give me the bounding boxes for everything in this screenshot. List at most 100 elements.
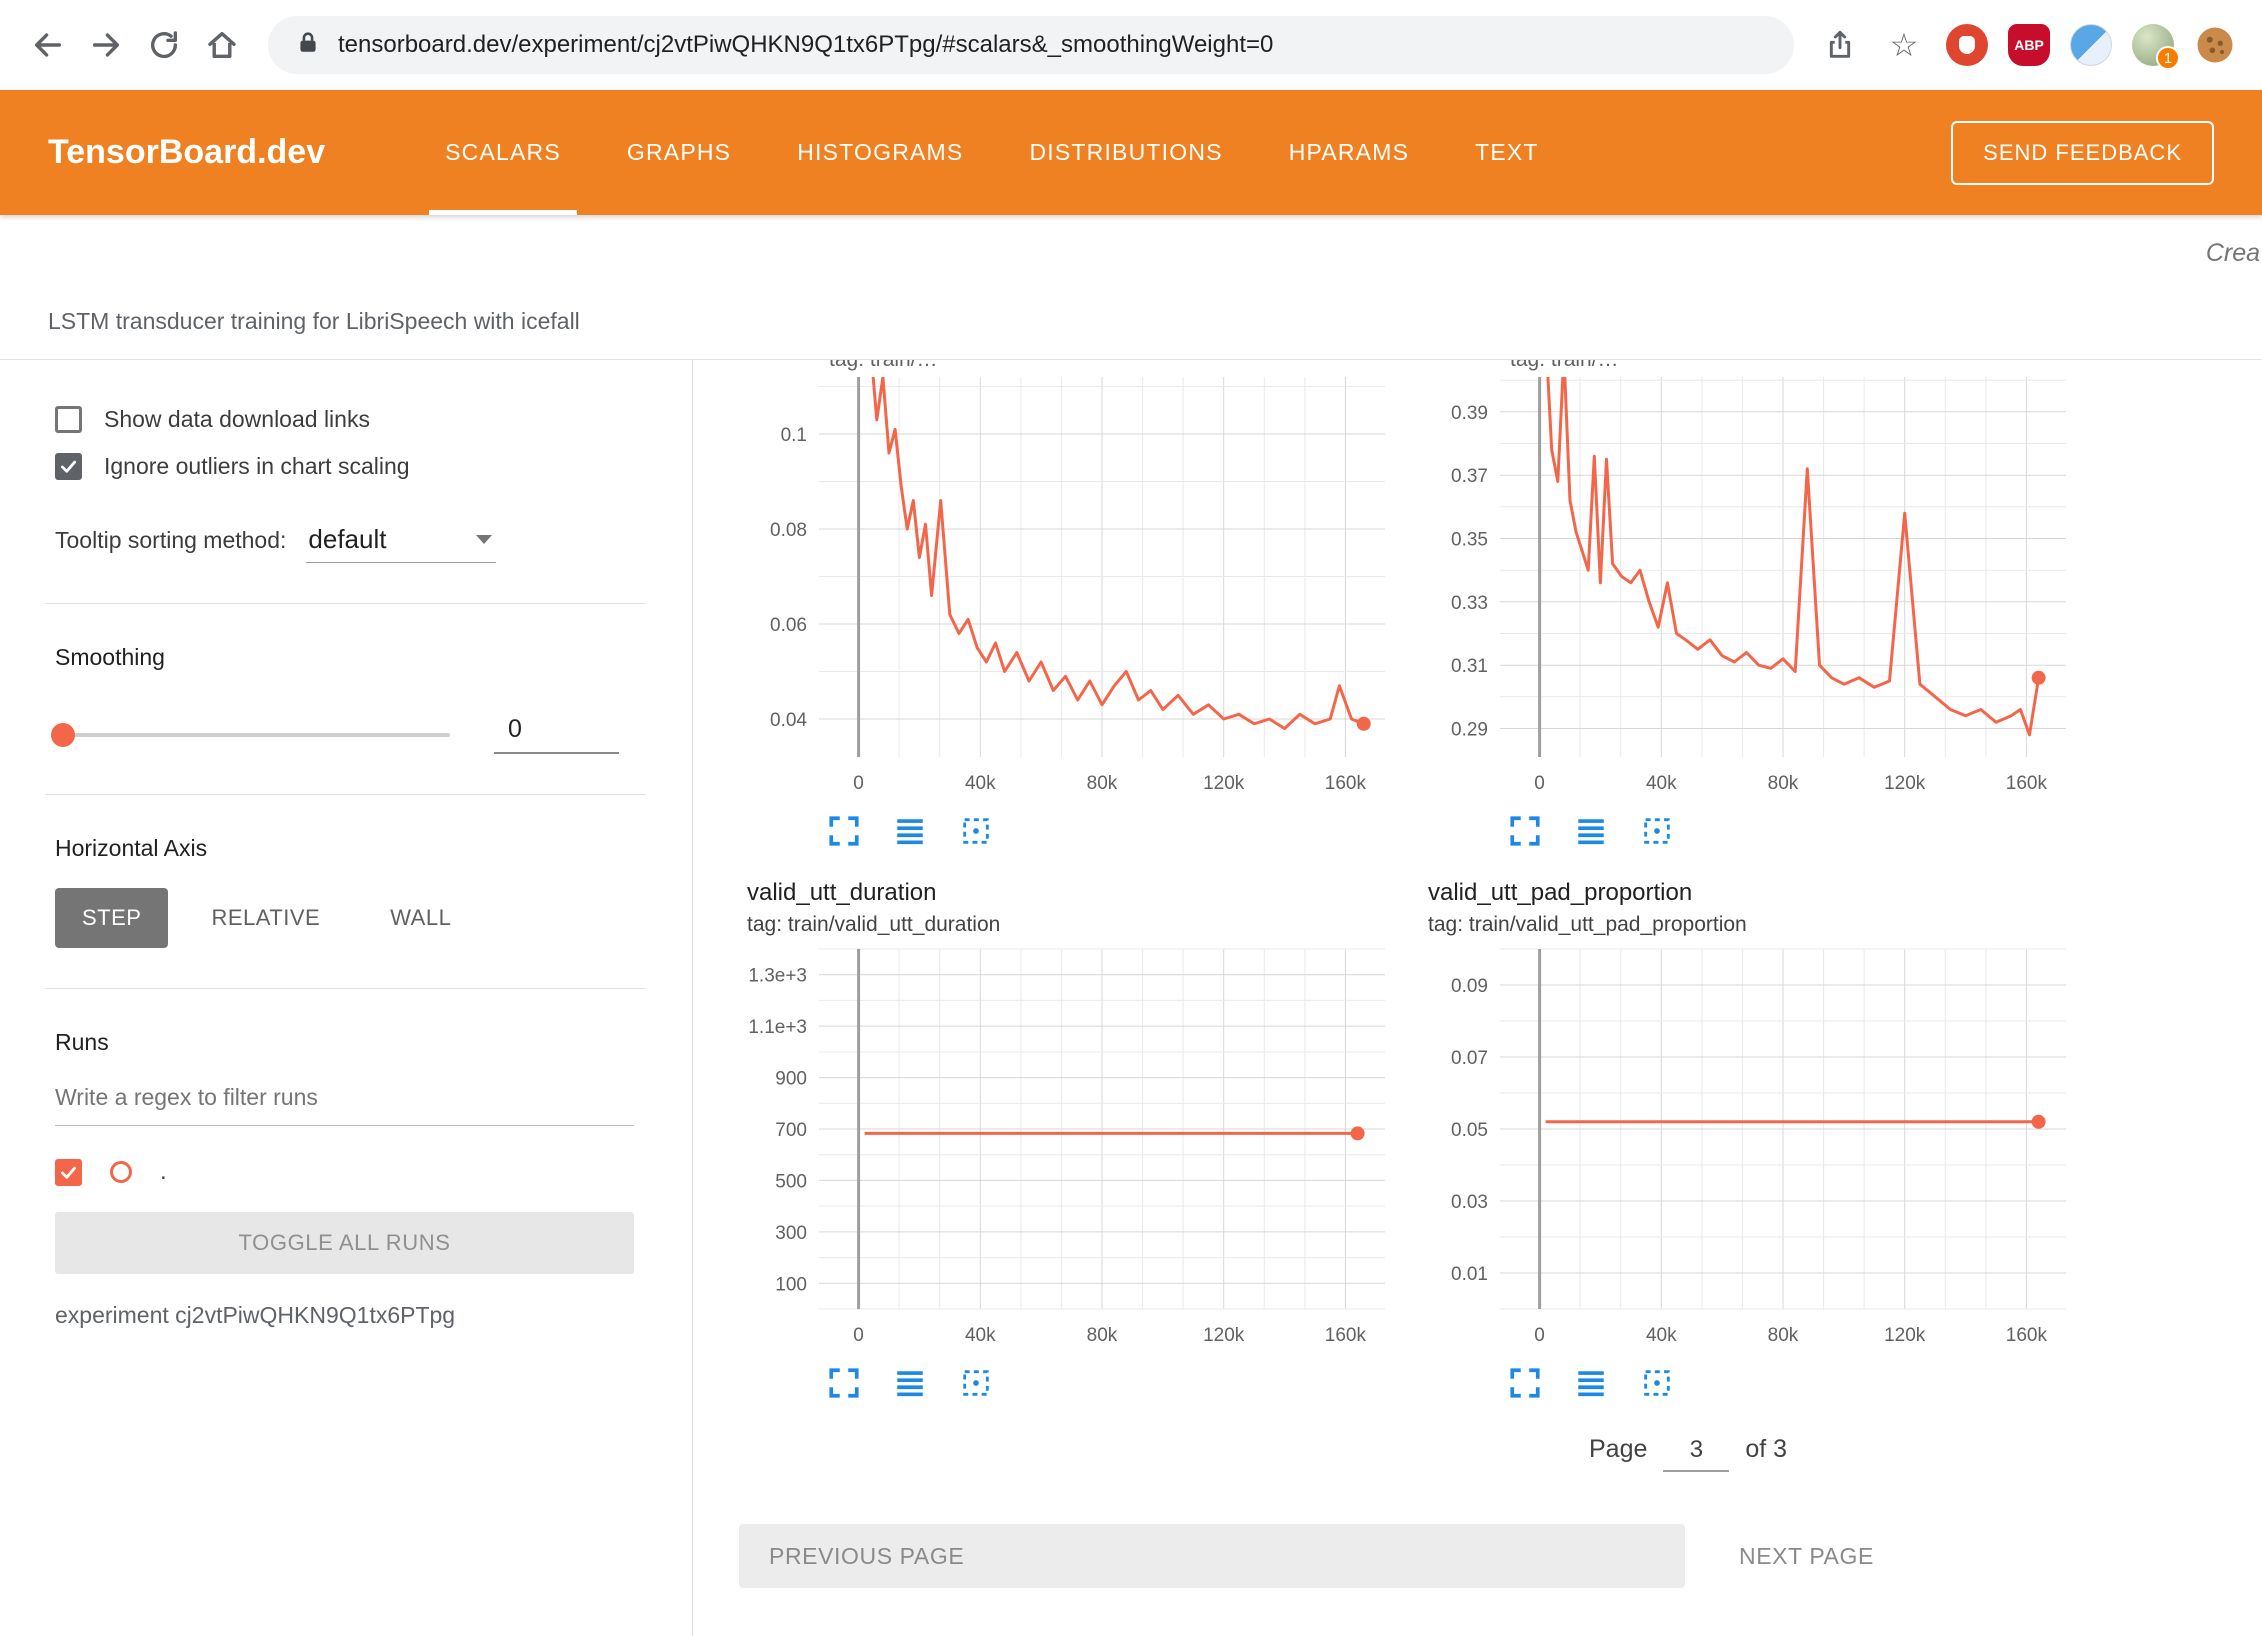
chart-subtitle: tag: train/valid_utt_duration xyxy=(747,913,1420,937)
toggle-all-runs-button[interactable]: TOGGLE ALL RUNS xyxy=(55,1212,634,1274)
fit-domain-icon[interactable] xyxy=(959,1366,993,1400)
toggle-y-axis-icon[interactable] xyxy=(893,1366,927,1400)
svg-text:0.01: 0.01 xyxy=(1451,1264,1488,1285)
next-page-button[interactable]: NEXT PAGE xyxy=(1719,1525,1894,1588)
toggle-y-axis-icon[interactable] xyxy=(893,814,927,848)
svg-text:900: 900 xyxy=(775,1069,807,1090)
svg-text:0.05: 0.05 xyxy=(1451,1120,1488,1141)
fit-domain-icon[interactable] xyxy=(1640,814,1674,848)
svg-text:0.06: 0.06 xyxy=(770,615,807,636)
url-text[interactable]: tensorboard.dev/experiment/cj2vtPiwQHKN9… xyxy=(338,31,1273,59)
svg-text:0: 0 xyxy=(1534,1325,1545,1346)
expand-chart-icon[interactable] xyxy=(827,814,861,848)
tooltip-sorting-select[interactable]: default xyxy=(306,524,496,563)
chart-canvas[interactable]: 0.040.060.080.1040k80k120k160k xyxy=(739,373,1399,801)
divider xyxy=(45,794,646,795)
svg-text:160k: 160k xyxy=(2006,773,2048,794)
experiment-subheader: Crea LSTM transducer training for LibriS… xyxy=(0,215,2262,360)
notification-badge: 1 xyxy=(2156,46,2180,70)
chart-canvas[interactable]: 0.010.030.050.070.09040k80k120k160k xyxy=(1420,945,2080,1353)
back-icon[interactable] xyxy=(26,23,70,67)
svg-text:0.29: 0.29 xyxy=(1451,720,1488,741)
abp-extension-icon[interactable]: ABP xyxy=(2008,24,2050,66)
tab-graphs[interactable]: GRAPHS xyxy=(625,90,733,215)
app-logo[interactable]: TensorBoard.dev xyxy=(48,133,325,172)
cookie-icon[interactable] xyxy=(2194,24,2236,66)
svg-text:1.1e+3: 1.1e+3 xyxy=(748,1017,807,1038)
blue-extension-icon[interactable] xyxy=(2070,24,2112,66)
smoothing-slider-thumb[interactable] xyxy=(51,723,75,747)
svg-text:0: 0 xyxy=(853,1325,864,1346)
svg-text:0: 0 xyxy=(853,773,864,794)
tensorboard-header: TensorBoard.dev SCALARS GRAPHS HISTOGRAM… xyxy=(0,90,2262,215)
svg-text:120k: 120k xyxy=(1203,1325,1245,1346)
smoothing-slider[interactable] xyxy=(55,733,450,737)
previous-page-button[interactable]: PREVIOUS PAGE xyxy=(739,1524,1685,1588)
send-feedback-button[interactable]: SEND FEEDBACK xyxy=(1951,121,2214,185)
toggle-y-axis-icon[interactable] xyxy=(1574,1366,1608,1400)
run-color-swatch[interactable] xyxy=(110,1161,132,1183)
page-of-label: of 3 xyxy=(1745,1435,1787,1464)
page-label: Page xyxy=(1589,1435,1647,1464)
svg-text:1.3e+3: 1.3e+3 xyxy=(748,966,807,987)
chart-cell-top-left: tag: train/… 0.040.060.080.1040k80k120k1… xyxy=(739,360,1420,853)
expand-chart-icon[interactable] xyxy=(827,1366,861,1400)
svg-text:0: 0 xyxy=(1534,773,1545,794)
axis-wall-button[interactable]: WALL xyxy=(363,888,478,948)
svg-text:40k: 40k xyxy=(1646,1325,1677,1346)
axis-step-button[interactable]: STEP xyxy=(55,888,168,948)
tab-text[interactable]: TEXT xyxy=(1473,90,1541,215)
chart-title: valid_utt_duration xyxy=(747,879,1420,907)
tab-scalars[interactable]: SCALARS xyxy=(443,90,563,215)
toggle-y-axis-icon[interactable] xyxy=(1574,814,1608,848)
home-icon[interactable] xyxy=(200,23,244,67)
svg-text:80k: 80k xyxy=(1768,1325,1799,1346)
run-name: . xyxy=(160,1158,167,1186)
tab-histograms[interactable]: HISTOGRAMS xyxy=(795,90,965,215)
adblock-extension-icon[interactable] xyxy=(1946,24,1988,66)
svg-text:0.33: 0.33 xyxy=(1451,593,1488,614)
horizontal-axis-label: Horizontal Axis xyxy=(55,835,634,862)
axis-relative-button[interactable]: RELATIVE xyxy=(184,888,347,948)
run-row: . xyxy=(55,1158,634,1186)
svg-text:300: 300 xyxy=(775,1223,807,1244)
smoothing-value-input[interactable] xyxy=(494,715,619,754)
reload-icon[interactable] xyxy=(142,23,186,67)
tab-hparams[interactable]: HPARAMS xyxy=(1287,90,1411,215)
fit-domain-icon[interactable] xyxy=(1640,1366,1674,1400)
svg-text:0.03: 0.03 xyxy=(1451,1192,1488,1213)
svg-text:120k: 120k xyxy=(1203,773,1245,794)
show-download-links-checkbox[interactable] xyxy=(55,406,82,433)
forward-icon[interactable] xyxy=(84,23,128,67)
main-nav: SCALARS GRAPHS HISTOGRAMS DISTRIBUTIONS … xyxy=(443,90,1541,215)
svg-text:0.31: 0.31 xyxy=(1451,656,1488,677)
chart-subtitle: tag: train/valid_utt_pad_proportion xyxy=(1428,913,2101,937)
chart-cell-valid-utt-pad-proportion: valid_utt_pad_proportion tag: train/vali… xyxy=(1420,853,2101,1405)
chart-canvas[interactable]: 1003005007009001.1e+31.3e+3040k80k120k16… xyxy=(739,945,1399,1353)
run-checkbox[interactable] xyxy=(55,1159,82,1186)
address-bar[interactable]: tensorboard.dev/experiment/cj2vtPiwQHKN9… xyxy=(268,16,1794,74)
tab-distributions[interactable]: DISTRIBUTIONS xyxy=(1027,90,1224,215)
profile-avatar[interactable]: 1 xyxy=(2132,24,2174,66)
divider xyxy=(45,603,646,604)
ignore-outliers-checkbox[interactable] xyxy=(55,453,82,480)
chart-cell-top-right: tag: train/… 0.290.310.330.350.370.39040… xyxy=(1420,360,2101,853)
svg-text:0.04: 0.04 xyxy=(770,710,807,731)
share-icon[interactable] xyxy=(1818,23,1862,67)
svg-text:0.37: 0.37 xyxy=(1451,466,1488,487)
svg-text:160k: 160k xyxy=(1325,773,1367,794)
expand-chart-icon[interactable] xyxy=(1508,814,1542,848)
runs-regex-input[interactable] xyxy=(55,1056,634,1126)
page-number-input[interactable] xyxy=(1663,1435,1729,1472)
bookmark-star-icon[interactable]: ☆ xyxy=(1882,23,1926,67)
svg-text:80k: 80k xyxy=(1768,773,1799,794)
fit-domain-icon[interactable] xyxy=(959,814,993,848)
chart-canvas[interactable]: 0.290.310.330.350.370.39040k80k120k160k xyxy=(1420,373,2080,801)
svg-text:80k: 80k xyxy=(1087,1325,1118,1346)
experiment-id-text: experiment cj2vtPiwQHKN9Q1tx6PTpg xyxy=(55,1302,634,1329)
svg-text:40k: 40k xyxy=(965,773,996,794)
svg-text:0.07: 0.07 xyxy=(1451,1048,1488,1069)
divider xyxy=(45,988,646,989)
expand-chart-icon[interactable] xyxy=(1508,1366,1542,1400)
svg-text:0.09: 0.09 xyxy=(1451,976,1488,997)
